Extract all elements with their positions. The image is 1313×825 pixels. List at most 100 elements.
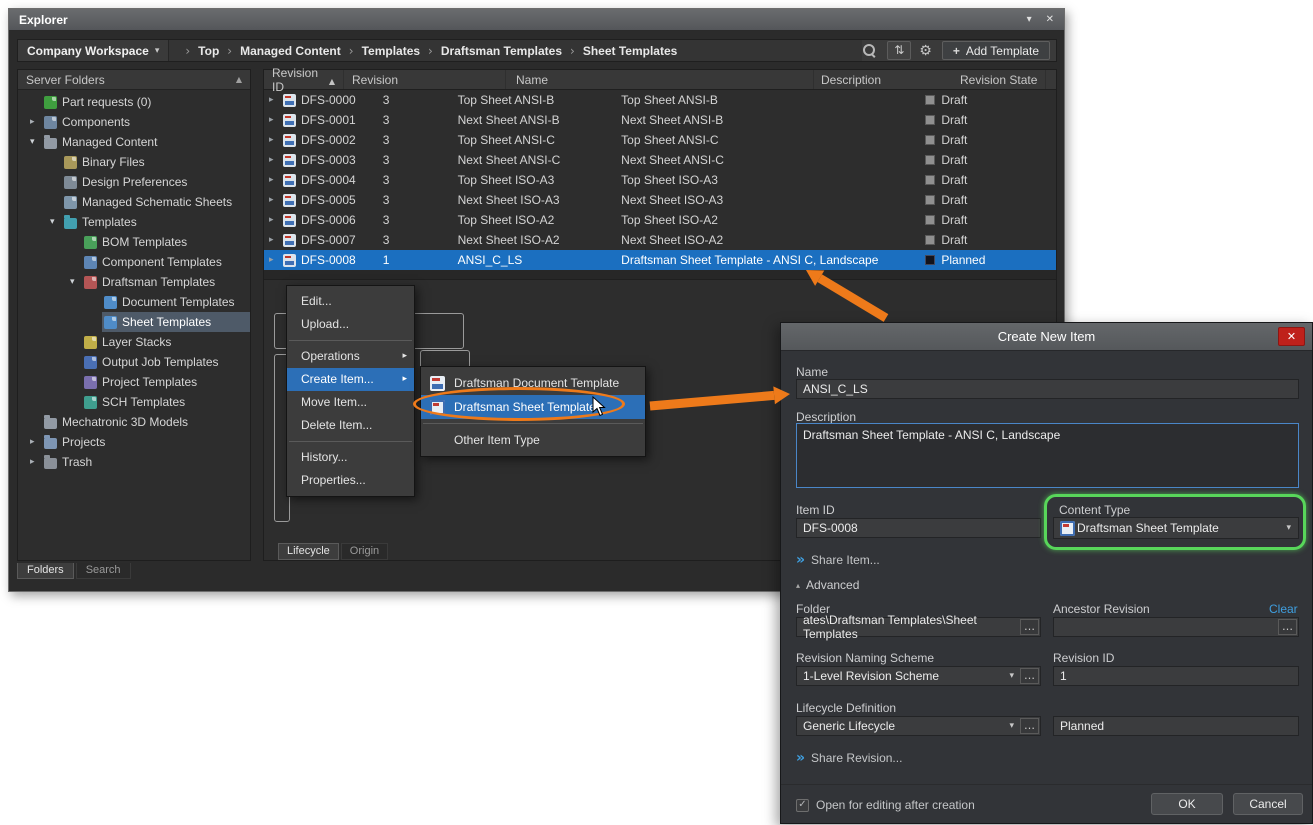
row-expander-icon[interactable]: [269, 215, 278, 225]
column-header[interactable]: Revision State: [952, 70, 1046, 89]
table-row[interactable]: DFS-0003 3 Next Sheet ANSI-C Next Sheet …: [264, 150, 1056, 170]
table-row[interactable]: DFS-0005 3 Next Sheet ISO-A3 Next Sheet …: [264, 190, 1056, 210]
tree-expander-icon[interactable]: [30, 437, 42, 447]
tree-item[interactable]: Design Preferences: [18, 172, 250, 192]
revision-id-input[interactable]: [1053, 666, 1299, 686]
tree-item[interactable]: Part requests (0): [18, 92, 250, 112]
gear-icon[interactable]: ⚙: [919, 43, 932, 59]
tree-item[interactable]: Managed Schematic Sheets: [18, 192, 250, 212]
table-row[interactable]: DFS-0008 1 ANSI_C_LS Draftsman Sheet Tem…: [264, 250, 1056, 270]
table-row[interactable]: DFS-0002 3 Top Sheet ANSI-C Top Sheet AN…: [264, 130, 1056, 150]
explorer-titlebar[interactable]: Explorer ▾ ✕: [9, 9, 1064, 31]
tree-expander-icon[interactable]: [30, 457, 42, 467]
context-menu-item[interactable]: Move Item...: [287, 391, 414, 414]
row-expander-icon[interactable]: [269, 175, 278, 185]
context-menu-item[interactable]: History...: [287, 446, 414, 469]
share-item-link[interactable]: » Share Item...: [796, 553, 880, 567]
table-row[interactable]: DFS-0004 3 Top Sheet ISO-A3 Top Sheet IS…: [264, 170, 1056, 190]
workspace-dropdown[interactable]: Company Workspace ▾: [18, 40, 169, 61]
tree-expander-icon[interactable]: [30, 117, 42, 127]
detail-tab[interactable]: Origin: [341, 543, 388, 560]
table-row[interactable]: DFS-0006 3 Top Sheet ISO-A2 Top Sheet IS…: [264, 210, 1056, 230]
submenu-item[interactable]: Other Item Type: [421, 428, 645, 452]
column-header[interactable]: Revision ID: [264, 70, 344, 89]
dialog-titlebar[interactable]: Create New Item ✕: [781, 323, 1312, 351]
tree-item[interactable]: Component Templates: [18, 252, 250, 272]
tree-item[interactable]: Trash: [18, 452, 250, 472]
swap-columns-icon[interactable]: ⇅: [887, 41, 911, 60]
tree-item[interactable]: Templates: [18, 212, 250, 232]
lifecycle-definition-dropdown[interactable]: Generic Lifecycle ▾ …: [796, 716, 1041, 736]
tree-item[interactable]: Binary Files: [18, 152, 250, 172]
dialog-close-button[interactable]: ✕: [1278, 327, 1305, 346]
breadcrumb-item[interactable]: Managed Content: [219, 44, 340, 58]
browse-ancestor-button[interactable]: …: [1278, 619, 1297, 635]
tree-item[interactable]: Project Templates: [18, 372, 250, 392]
table-row[interactable]: DFS-0007 3 Next Sheet ISO-A2 Next Sheet …: [264, 230, 1056, 250]
tree-item[interactable]: BOM Templates: [18, 232, 250, 252]
share-revision-link[interactable]: » Share Revision...: [796, 751, 902, 765]
breadcrumb-item[interactable]: Sheet Templates: [562, 44, 677, 58]
browse-lifecycle-button[interactable]: …: [1020, 718, 1039, 734]
add-template-button[interactable]: + Add Template: [942, 41, 1050, 60]
row-expander-icon[interactable]: [269, 95, 278, 105]
tree-item[interactable]: Output Job Templates: [18, 352, 250, 372]
open-after-creation-checkbox[interactable]: ✓: [796, 799, 809, 812]
context-menu-item[interactable]: Create Item...: [287, 368, 414, 391]
item-id-input[interactable]: [796, 518, 1041, 538]
row-expander-icon[interactable]: [269, 255, 278, 265]
row-expander-icon[interactable]: [269, 235, 278, 245]
column-header[interactable]: Name: [506, 70, 814, 89]
sidebar-tab[interactable]: Folders: [17, 563, 74, 579]
splitter[interactable]: [264, 270, 1056, 280]
advanced-section-toggle[interactable]: ▴ Advanced: [796, 578, 859, 592]
browse-revision-scheme-button[interactable]: …: [1020, 668, 1039, 684]
tree-item[interactable]: SCH Templates: [18, 392, 250, 412]
panel-menu-caret-icon[interactable]: ▾: [1027, 14, 1032, 25]
table-row[interactable]: DFS-0000 3 Top Sheet ANSI-B Top Sheet AN…: [264, 90, 1056, 110]
breadcrumb-item[interactable]: Templates: [341, 44, 420, 58]
context-menu-item[interactable]: Edit...: [287, 290, 414, 313]
context-menu-item[interactable]: Properties...: [287, 469, 414, 492]
context-menu-item[interactable]: Upload...: [287, 313, 414, 336]
tree-item[interactable]: Sheet Templates: [18, 312, 250, 332]
tree-item[interactable]: Layer Stacks: [18, 332, 250, 352]
breadcrumb-item[interactable]: Top: [177, 44, 219, 58]
server-folders-header[interactable]: Server Folders ▲: [18, 70, 250, 90]
tree-item[interactable]: Draftsman Templates: [18, 272, 250, 292]
column-header[interactable]: Revision: [344, 70, 506, 89]
clear-link[interactable]: Clear: [1269, 602, 1298, 616]
panel-close-icon[interactable]: ✕: [1046, 14, 1054, 25]
description-input[interactable]: Draftsman Sheet Template - ANSI C, Lands…: [796, 423, 1299, 488]
tree-expander-icon[interactable]: [50, 217, 62, 227]
row-expander-icon[interactable]: [269, 135, 278, 145]
search-icon[interactable]: [862, 43, 877, 58]
row-expander-icon[interactable]: [269, 155, 278, 165]
detail-tab[interactable]: Lifecycle: [278, 543, 339, 560]
column-header[interactable]: Description: [814, 70, 952, 89]
folder-input[interactable]: ates\Draftsman Templates\Sheet Templates…: [796, 617, 1041, 637]
lifecycle-state-input[interactable]: [1053, 716, 1299, 736]
breadcrumb-item[interactable]: Draftsman Templates: [420, 44, 562, 58]
cancel-button[interactable]: Cancel: [1233, 793, 1303, 815]
context-menu-item[interactable]: Delete Item...: [287, 414, 414, 437]
tree-item[interactable]: Mechatronic 3D Models: [18, 412, 250, 432]
browse-folder-button[interactable]: …: [1020, 619, 1039, 635]
name-input[interactable]: [796, 379, 1299, 399]
row-expander-icon[interactable]: [269, 195, 278, 205]
sidebar-tab[interactable]: Search: [76, 563, 131, 579]
tree-expander-icon[interactable]: [30, 137, 42, 147]
row-expander-icon[interactable]: [269, 115, 278, 125]
tree-item[interactable]: Components: [18, 112, 250, 132]
revision-naming-scheme-dropdown[interactable]: 1-Level Revision Scheme ▾ …: [796, 666, 1041, 686]
collapse-icon[interactable]: ▲: [236, 75, 242, 84]
table-row[interactable]: DFS-0001 3 Next Sheet ANSI-B Next Sheet …: [264, 110, 1056, 130]
ok-button[interactable]: OK: [1151, 793, 1223, 815]
tree-item[interactable]: Managed Content: [18, 132, 250, 152]
tree-item[interactable]: Projects: [18, 432, 250, 452]
ancestor-revision-input[interactable]: …: [1053, 617, 1299, 637]
tree-expander-icon[interactable]: [70, 277, 82, 287]
tree-item[interactable]: Document Templates: [18, 292, 250, 312]
context-menu-item[interactable]: Operations: [287, 345, 414, 368]
description-cell: Next Sheet ANSI-B: [611, 110, 918, 130]
